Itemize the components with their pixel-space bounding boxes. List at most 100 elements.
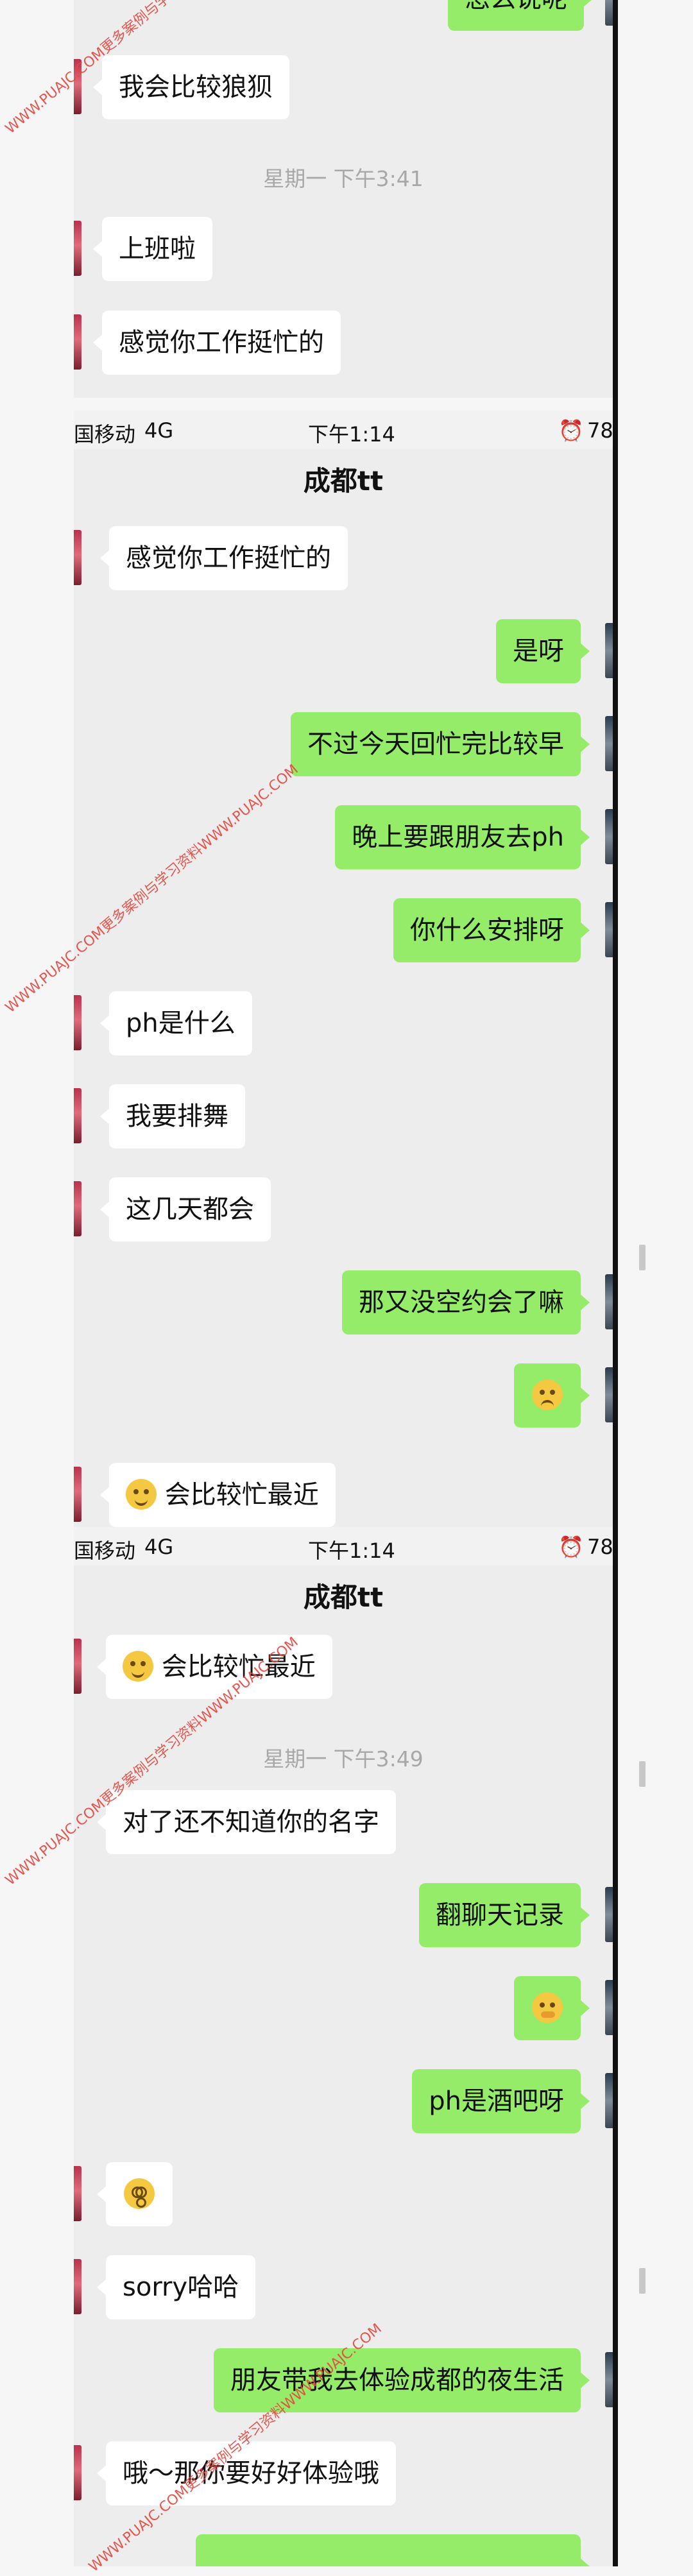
message-sent: ph是酒吧呀 [74,2069,613,2133]
message-text: 感觉你工作挺忙的 [119,328,324,357]
panel-divider-bar [613,0,618,2566]
status-bar: 国移动 4G 下午1:14 ⏰ 78 [74,411,613,449]
chat-panel-2: 国移动 4G 下午1:14 ⏰ 78 成都tt 感觉你工作挺忙的 是呀 不过今天… [74,411,613,1527]
message-text: 我会比较狼狈 [119,73,273,102]
chat-title: 成都tt [74,1565,613,1630]
sent-bubble[interactable]: 你什么安排呀 [393,898,590,962]
message-text: 不过今天回忙完比较早 [307,729,564,759]
battery-level: 78 [587,418,613,443]
scrollbar-thumb[interactable] [639,1245,646,1270]
message-text: 是呀 [513,636,564,666]
message-text: 那又没空约会了嘛 [359,1288,564,1317]
my-avatar[interactable] [605,809,613,864]
received-bubble[interactable]: 会比较忙最近 [100,1463,336,1527]
contact-avatar[interactable] [74,221,81,276]
sent-bubble[interactable]: 那又没空约会了嘛 [342,1270,590,1335]
received-bubble[interactable]: ph是什么 [100,991,252,1055]
scrollbar-thumb[interactable] [639,2268,646,2294]
message-text: 感觉你工作挺忙的 [126,543,331,573]
message-text: 翻聊天记录 [436,1900,564,1930]
message-text: sorry哈哈 [123,2273,239,2302]
sent-bubble[interactable]: 翻聊天记录 [419,1883,590,1947]
message-received: 这几天都会 [74,1177,613,1241]
message-received: 我会比较狼狈 [74,55,613,119]
message-text: 朋友带我去体验成都的夜生活 [230,2366,564,2395]
message-text: 上班啦 [119,234,196,264]
received-bubble[interactable]: 对了还不知道你的名字 [97,1790,396,1854]
message-text: 你什么安排呀 [410,916,564,945]
my-avatar[interactable] [605,1980,613,2035]
message-sent: 那又没空约会了嘛 [74,1270,613,1335]
my-avatar[interactable] [605,1274,613,1329]
my-avatar[interactable] [605,1367,613,1422]
scrollbar-thumb[interactable] [639,1761,646,1787]
message-text: 这几天都会 [126,1195,254,1224]
received-bubble[interactable]: 我要排舞 [100,1084,245,1148]
message-received: 感觉你工作挺忙的 [74,526,613,590]
received-bubble[interactable]: 感觉你工作挺忙的 [100,526,348,590]
carrier-label: 国移动 [74,1539,136,1563]
received-bubble[interactable]: 我会比较狼狈 [93,55,289,119]
message-sent: 是呀 [74,619,613,683]
sent-bubble[interactable] [196,2534,590,2566]
smile-emoji-icon [123,1651,153,1682]
received-bubble[interactable] [97,2162,173,2226]
sent-bubble[interactable]: 不过今天回忙完比较早 [291,712,590,776]
sent-bubble[interactable]: ph是酒吧呀 [412,2069,590,2133]
sent-bubble[interactable]: 是呀 [496,619,590,683]
message-text: 怎么说呢 [465,0,567,13]
smile-emoji-icon [126,1479,157,1510]
contact-avatar[interactable] [74,2259,81,2314]
alarm-icon: ⏰ [558,418,584,443]
message-text: 对了还不知道你的名字 [123,1807,379,1837]
message-received: sorry哈哈 [74,2255,613,2319]
contact-avatar[interactable] [74,1639,81,1694]
my-avatar[interactable] [605,0,613,26]
message-received: 哦～那你要好好体验哦 [74,2441,613,2505]
message-received: 会比较忙最近 [74,1635,613,1699]
sent-bubble[interactable]: 怎么说呢 [448,0,593,31]
chat-title: 成都tt [74,449,613,513]
sent-bubble[interactable] [514,1363,590,1428]
message-text: 会比较忙最近 [164,1480,319,1510]
message-sent: 你什么安排呀 [74,898,613,962]
sent-bubble[interactable] [514,1976,590,2040]
chat-panel-3: 国移动 4G 下午1:14 ⏰ 78 成都tt 会比较忙最近 星期一 下午3:4… [74,1527,613,2566]
clock: 下午1:14 [308,422,395,447]
contact-avatar[interactable] [74,2445,81,2500]
contact-avatar[interactable] [74,314,81,370]
cover-mouth-emoji-icon [532,1992,563,2023]
received-bubble[interactable]: 感觉你工作挺忙的 [93,311,341,375]
clock: 下午1:14 [308,1539,395,1563]
my-avatar[interactable] [605,2352,613,2407]
my-avatar[interactable] [605,716,613,771]
received-bubble[interactable]: 上班啦 [93,217,212,281]
timestamp: 星期一 下午3:41 [263,166,424,191]
my-avatar[interactable] [605,1887,613,1942]
contact-avatar[interactable] [74,2166,81,2221]
message-received: 我要排舞 [74,1084,613,1148]
contact-avatar[interactable] [74,1181,81,1236]
message-text: 晚上要跟朋友去ph [352,823,564,852]
received-bubble[interactable]: 这几天都会 [100,1177,271,1241]
contact-avatar[interactable] [74,995,81,1050]
network-label: 4G [144,1535,174,1559]
message-text: 我要排舞 [126,1102,228,1131]
message-received: 感觉你工作挺忙的 [74,311,613,375]
message-received [74,2162,613,2226]
received-bubble[interactable]: 哦～那你要好好体验哦 [97,2441,396,2505]
received-bubble[interactable]: sorry哈哈 [96,2255,256,2319]
dizzy-emoji-icon [124,2178,155,2209]
contact-avatar[interactable] [74,530,81,585]
my-avatar[interactable] [605,2073,613,2128]
sent-bubble[interactable]: 晚上要跟朋友去ph [335,805,590,869]
network-label: 4G [144,418,174,443]
contact-avatar[interactable] [74,1088,81,1143]
message-received: 对了还不知道你的名字 [74,1790,613,1854]
message-sent [74,1976,613,2040]
my-avatar[interactable] [605,623,613,678]
message-text: ph是酒吧呀 [429,2086,564,2116]
contact-avatar[interactable] [74,1467,81,1522]
sent-bubble[interactable]: 朋友带我去体验成都的夜生活 [214,2348,590,2412]
my-avatar[interactable] [605,902,613,957]
